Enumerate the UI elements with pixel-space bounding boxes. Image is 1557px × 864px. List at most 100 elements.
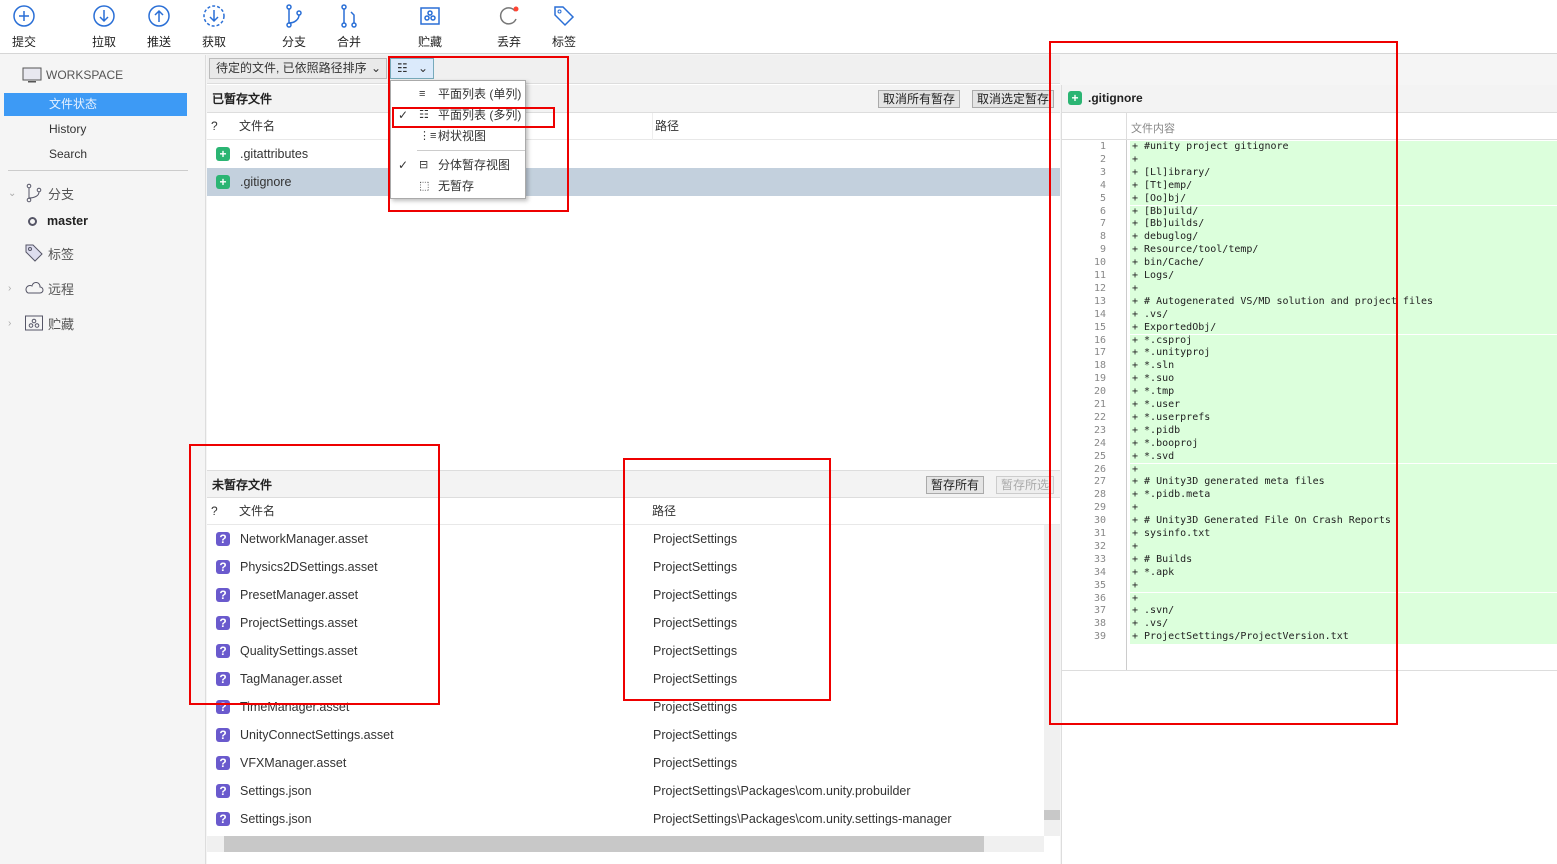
untracked-icon: ? bbox=[216, 784, 230, 798]
sidebar-item-history[interactable]: History bbox=[4, 118, 187, 141]
file-row[interactable]: ? Settings.json ProjectSettings\Packages\c… bbox=[207, 805, 1044, 833]
file-path: ProjectSettings\Packages\com.unity.probu… bbox=[653, 784, 911, 798]
file-row[interactable]: + .gitignore bbox=[207, 168, 1060, 196]
untracked-icon: ? bbox=[216, 644, 230, 658]
file-path: ProjectSettings\Packages\com.unity.setti… bbox=[653, 812, 952, 826]
file-row[interactable]: ? UnityConnectSettings.asset ProjectSettin… bbox=[207, 721, 1044, 749]
toolbar-fetch-button[interactable]: 获取 bbox=[192, 4, 236, 50]
file-path: ProjectSettings bbox=[653, 616, 738, 630]
diff-line: + bbox=[1130, 502, 1557, 516]
line-number: 23 bbox=[1093, 424, 1106, 436]
file-row[interactable]: ? TimeManager.asset ProjectSettings bbox=[207, 693, 1044, 721]
chevron-down-icon: ⌄ bbox=[417, 61, 428, 75]
line-number: 11 bbox=[1093, 270, 1106, 281]
file-path: ProjectSettings bbox=[653, 644, 738, 658]
line-number: 33 bbox=[1093, 553, 1106, 565]
sort-dropdown[interactable]: 待定的文件, 已依照路径排序 ⌄ bbox=[209, 58, 387, 79]
horizontal-scrollbar[interactable] bbox=[207, 836, 1044, 852]
diff-line: + bbox=[1130, 463, 1557, 477]
col-name[interactable]: 文件名 bbox=[239, 113, 275, 140]
line-number: 10 bbox=[1093, 257, 1106, 269]
line-number: 19 bbox=[1093, 373, 1106, 385]
diff-line: + [Tt]emp/ bbox=[1130, 179, 1557, 193]
file-name: UnityConnectSettings.asset bbox=[240, 728, 394, 742]
view-mode-menu: ≡ 平面列表 (单列) ✓ ☷ 平面列表 (多列) ⋮≡ 树状视图 ✓ ⊟ 分体暂存视图 ⬚ 无暂存 bbox=[390, 80, 526, 199]
file-row[interactable]: ? TagManager.asset ProjectSettings bbox=[207, 665, 1044, 693]
col-name[interactable]: 文件名 bbox=[239, 498, 275, 525]
no-staging-icon: ⬚ bbox=[419, 180, 430, 192]
branch-master[interactable]: master bbox=[28, 214, 88, 228]
diff-line: + *.booproj bbox=[1130, 437, 1557, 451]
file-row[interactable]: ? PresetManager.asset ProjectSettings bbox=[207, 581, 1044, 609]
line-number: 9 bbox=[1099, 244, 1106, 256]
file-row[interactable]: + .gitattributes bbox=[207, 140, 1044, 168]
line-number: 32 bbox=[1093, 540, 1106, 552]
line-number: 22 bbox=[1093, 411, 1106, 423]
scrollbar-thumb[interactable] bbox=[224, 836, 984, 852]
menu-item-label: 树状视图 bbox=[438, 129, 487, 143]
menu-item-no-staging[interactable]: ⬚ 无暂存 bbox=[391, 175, 525, 197]
diff-line: + .svn/ bbox=[1130, 605, 1557, 619]
menu-divider bbox=[417, 150, 525, 151]
sidebar-group-stashes[interactable]: › 贮藏 bbox=[8, 313, 74, 333]
toolbar-pull-button[interactable]: 拉取 bbox=[82, 4, 126, 50]
untracked-icon: ? bbox=[216, 616, 230, 630]
file-row[interactable]: ? QualitySettings.asset ProjectSettings bbox=[207, 637, 1044, 665]
unstage-all-button[interactable]: 取消所有暂存 bbox=[878, 90, 961, 108]
menu-item-tree-view[interactable]: ⋮≡ 树状视图 bbox=[391, 125, 525, 147]
toolbar-merge-button[interactable]: 合并 bbox=[327, 4, 371, 50]
col-status[interactable]: ? bbox=[211, 498, 218, 525]
divider bbox=[1062, 670, 1557, 671]
toolbar-commit-button[interactable]: 提交 bbox=[2, 4, 46, 50]
remotes-label: 远程 bbox=[48, 281, 75, 297]
diff-line: + bin/Cache/ bbox=[1130, 257, 1557, 270]
toolbar-push-button[interactable]: 推送 bbox=[137, 4, 181, 50]
file-row[interactable]: ? Settings.json ProjectSettings\Packages\c… bbox=[207, 777, 1044, 805]
toolbar-tag-button[interactable]: 标签 bbox=[542, 4, 586, 50]
diff-file-name: .gitignore bbox=[1088, 91, 1143, 105]
toolbar-discard-button[interactable]: 丢弃 bbox=[487, 4, 531, 50]
chevron-down-icon: ⌄ bbox=[8, 187, 17, 199]
menu-item-multi-list[interactable]: ✓ ☷ 平面列表 (多列) bbox=[391, 104, 525, 126]
line-number: 8 bbox=[1099, 231, 1106, 243]
stage-selected-button[interactable]: 暂存所选 bbox=[996, 476, 1055, 494]
col-path[interactable]: 路径 bbox=[652, 498, 676, 525]
col-status[interactable]: ? bbox=[211, 113, 218, 140]
diff-line: + # Unity3D generated meta files bbox=[1130, 476, 1557, 490]
staged-header: 已暂存文件 取消所有暂存 取消选定暂存 bbox=[207, 85, 1060, 113]
toolbar-label: 获取 bbox=[201, 35, 226, 49]
sidebar-group-remotes[interactable]: › 远程 bbox=[8, 278, 74, 298]
view-mode-dropdown[interactable]: ☷ ⌄ bbox=[390, 58, 434, 79]
toolbar-stash-button[interactable]: 贮藏 bbox=[408, 4, 452, 50]
diff-line: + ProjectSettings/ProjectVersion.txt bbox=[1130, 631, 1557, 645]
sidebar-group-branches[interactable]: ⌄ 分支 bbox=[8, 183, 74, 203]
sidebar-item-file-status[interactable]: 文件状态 bbox=[4, 93, 187, 116]
toolbar-label: 标签 bbox=[551, 35, 576, 49]
stashes-label: 贮藏 bbox=[48, 316, 75, 332]
vertical-scrollbar[interactable] bbox=[1044, 525, 1060, 836]
sidebar-group-tags[interactable]: 标签 bbox=[8, 243, 74, 263]
file-row[interactable]: ? VFXManager.asset ProjectSettings bbox=[207, 749, 1044, 777]
line-number: 25 bbox=[1093, 450, 1106, 462]
stage-all-button[interactable]: 暂存所有 bbox=[926, 476, 985, 494]
file-path: ProjectSettings bbox=[653, 672, 738, 686]
file-row[interactable]: ? Physics2DSettings.asset ProjectSettings bbox=[207, 553, 1044, 581]
line-number: 14 bbox=[1093, 308, 1106, 320]
untracked-icon: ? bbox=[216, 756, 230, 770]
toolbar-branch-button[interactable]: 分支 bbox=[272, 4, 316, 50]
line-number: 16 bbox=[1093, 334, 1106, 346]
tags-label: 标签 bbox=[48, 246, 75, 262]
file-name: NetworkManager.asset bbox=[240, 532, 368, 546]
line-number: 29 bbox=[1093, 502, 1106, 514]
scrollbar-thumb[interactable] bbox=[1044, 810, 1060, 820]
col-path[interactable]: 路径 bbox=[652, 113, 679, 140]
menu-item-split-view[interactable]: ✓ ⊟ 分体暂存视图 bbox=[391, 154, 525, 176]
toolbar: 提交 拉取 推送 获取 分支 合并 贮藏 丢弃 标签 bbox=[0, 0, 1557, 54]
unstage-selected-button[interactable]: 取消选定暂存 bbox=[972, 90, 1055, 108]
file-row[interactable]: ? ProjectSettings.asset ProjectSettings bbox=[207, 609, 1044, 637]
file-row[interactable]: ? NetworkManager.asset ProjectSettings bbox=[207, 525, 1044, 553]
menu-item-single-list[interactable]: ≡ 平面列表 (单列) bbox=[391, 83, 525, 105]
diff-line: + *.suo bbox=[1130, 373, 1557, 387]
diff-line: + bbox=[1130, 153, 1557, 167]
sidebar-item-search[interactable]: Search bbox=[4, 143, 187, 166]
